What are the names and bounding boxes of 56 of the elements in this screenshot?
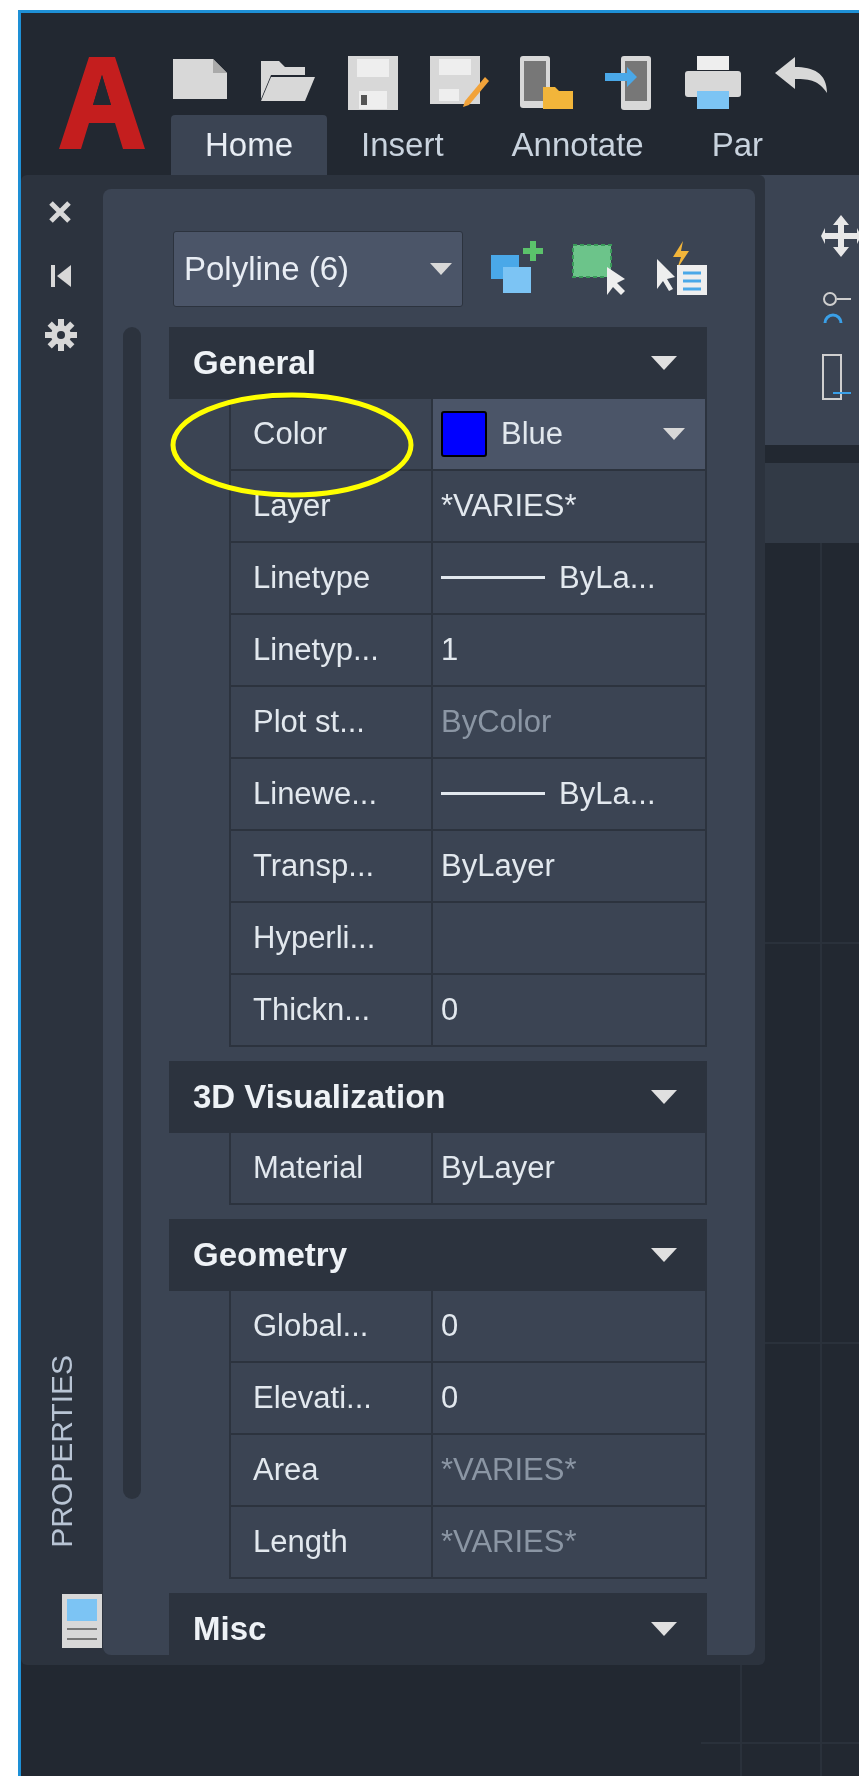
stretch-icon[interactable] xyxy=(821,353,851,403)
section-title: Misc xyxy=(193,1609,267,1650)
property-label: Length xyxy=(231,1507,433,1577)
section-title: Geometry xyxy=(193,1235,348,1276)
property-value[interactable]: ByLayer xyxy=(433,1133,707,1203)
property-value[interactable]: ByLa... xyxy=(433,759,707,829)
save-icon[interactable] xyxy=(347,55,399,111)
collapse-icon[interactable] xyxy=(651,356,677,370)
property-label: Thickn... xyxy=(231,975,433,1045)
ribbon-tab[interactable]: Annotate xyxy=(477,115,678,175)
ribbon-tab[interactable]: Par xyxy=(677,115,798,175)
section-header[interactable]: Misc xyxy=(169,1593,707,1655)
property-label: Layer xyxy=(231,471,433,541)
color-dropdown[interactable]: Blue xyxy=(433,399,707,469)
line-sample-icon xyxy=(441,792,545,796)
property-label: Plot st... xyxy=(231,687,433,757)
property-label: Global... xyxy=(231,1291,433,1361)
ribbon-tab[interactable]: Home xyxy=(171,115,328,175)
section-title: General xyxy=(193,343,316,384)
property-label: Material xyxy=(231,1133,433,1203)
property-label: Transp... xyxy=(231,831,433,901)
move-icon[interactable] xyxy=(821,213,859,259)
property-value[interactable]: ByLayer xyxy=(433,831,707,901)
property-label: Linetyp... xyxy=(231,615,433,685)
property-value[interactable]: ByLa... xyxy=(433,543,707,613)
property-label: Hyperli... xyxy=(231,903,433,973)
selection-dropdown[interactable]: Polyline (6) xyxy=(173,231,463,307)
collapse-icon[interactable] xyxy=(651,1248,677,1262)
caret-icon xyxy=(663,428,685,440)
auto-hide-icon[interactable] xyxy=(49,263,73,289)
property-value[interactable]: *VARIES* xyxy=(433,471,707,541)
section-header[interactable]: General xyxy=(169,327,707,399)
printer-icon[interactable] xyxy=(683,55,743,111)
property-label: Linetype xyxy=(231,543,433,613)
palette-title: PROPERTIES xyxy=(45,1355,79,1548)
property-value[interactable]: 0 xyxy=(433,1291,707,1361)
collapse-icon[interactable] xyxy=(651,1622,677,1636)
tablet-folder-icon[interactable] xyxy=(519,55,575,111)
property-value[interactable]: 0 xyxy=(433,1363,707,1433)
section-title: 3D Visualization xyxy=(193,1077,446,1118)
properties-icon[interactable] xyxy=(61,1593,103,1649)
section-header[interactable]: 3D Visualization xyxy=(169,1061,707,1133)
property-label: Elevati... xyxy=(231,1363,433,1433)
property-label: Area xyxy=(231,1435,433,1505)
ribbon-tab[interactable]: Insert xyxy=(327,115,478,175)
undo-icon[interactable] xyxy=(773,55,829,95)
section-header[interactable]: Geometry xyxy=(169,1219,707,1291)
collapse-icon[interactable] xyxy=(651,1090,677,1104)
tablet-arrow-icon[interactable] xyxy=(605,55,653,111)
line-sample-icon xyxy=(441,576,545,580)
property-value[interactable]: 1 xyxy=(433,615,707,685)
property-label: Linewe... xyxy=(231,759,433,829)
close-icon[interactable] xyxy=(47,199,73,225)
select-objects-icon[interactable] xyxy=(571,241,627,297)
property-value[interactable]: 0 xyxy=(433,975,707,1045)
caret-icon xyxy=(430,263,452,275)
